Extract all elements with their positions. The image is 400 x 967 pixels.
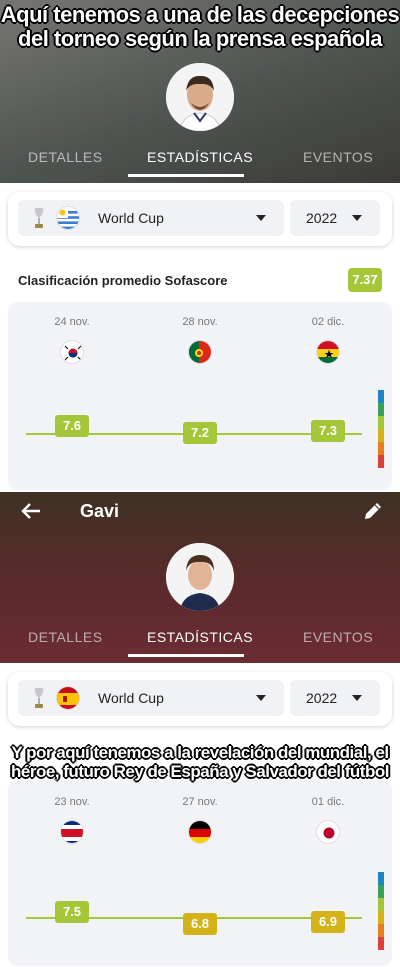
- match-rating-point[interactable]: 7.6: [55, 414, 89, 437]
- scale-segment: [378, 872, 384, 885]
- scale-segment: [378, 885, 384, 898]
- meme-caption-top: Aquí tenemos a una de las decepciones de…: [0, 4, 400, 50]
- meme-caption-top-line1: Aquí tenemos a una de las decepciones: [0, 2, 400, 27]
- germany-flag-icon[interactable]: [188, 820, 212, 844]
- match-date: 27 nov.: [182, 796, 218, 808]
- meme-caption-middle-line1: Y por aquí tenemos a la revelación del m…: [11, 743, 389, 762]
- japan-flag-icon[interactable]: [316, 820, 340, 844]
- match-date: 28 nov.: [182, 316, 218, 328]
- match-date: 01 dic.: [311, 796, 345, 808]
- scale-segment: [378, 403, 384, 416]
- world-cup-trophy-icon: [32, 686, 46, 715]
- match-rating-point[interactable]: 6.8: [183, 913, 217, 936]
- average-rating-badge: 7.37: [348, 268, 382, 292]
- scale-segment: [378, 455, 384, 468]
- ghana-flag-icon[interactable]: [316, 340, 340, 364]
- scale-segment: [378, 390, 384, 403]
- match-ratings-card-1: 24 nov. 28 nov. 02 dic. 7.6 7.2 7.3: [8, 302, 392, 490]
- scale-segment: [378, 924, 384, 937]
- tab-bar-2: DETALLES ESTADÍSTICAS EVENTOS: [0, 617, 400, 657]
- competition-name: World Cup: [98, 690, 164, 706]
- competition-dropdown[interactable]: World Cup: [18, 680, 284, 716]
- season-selector-1: World Cup 2022: [8, 192, 392, 246]
- chevron-down-icon: [352, 215, 362, 221]
- player-avatar: [166, 543, 234, 611]
- player-avatar: [166, 63, 234, 131]
- match-rating-point[interactable]: 7.5: [55, 900, 89, 923]
- chevron-down-icon: [256, 215, 266, 221]
- match-date: 23 nov.: [54, 796, 90, 808]
- tab-detalles[interactable]: DETALLES: [28, 137, 103, 177]
- tab-bar-1: DETALLES ESTADÍSTICAS EVENTOS: [0, 137, 400, 177]
- competition-dropdown[interactable]: World Cup: [18, 200, 284, 236]
- meme-caption-top-line2: del torneo según la prensa española: [18, 26, 382, 51]
- tab-detalles[interactable]: DETALLES: [28, 617, 103, 657]
- match-date: 24 nov.: [54, 316, 90, 328]
- match-ratings-card-2: 23 nov. 27 nov. 01 dic. 7.5 6.8 6.9: [8, 780, 392, 966]
- player-name: Gavi: [80, 501, 120, 521]
- competition-name: World Cup: [98, 210, 164, 226]
- chevron-down-icon: [256, 695, 266, 701]
- costa-rica-flag-icon[interactable]: [60, 820, 84, 844]
- match-rating-point[interactable]: 6.9: [311, 911, 345, 934]
- south-korea-flag-icon[interactable]: [60, 340, 84, 364]
- rating-title: Clasificación promedio Sofascore: [18, 273, 228, 288]
- meme-caption-middle: Y por aquí tenemos a la revelación del m…: [0, 744, 400, 780]
- meme-caption-middle-line2: héroe, futuro Rey de España y Salvador d…: [11, 762, 389, 781]
- scale-segment: [378, 911, 384, 924]
- scale-segment: [378, 937, 384, 950]
- scale-segment: [378, 442, 384, 455]
- match-rating-point[interactable]: 7.3: [311, 420, 345, 443]
- chevron-down-icon: [352, 695, 362, 701]
- year-value: 2022: [306, 210, 338, 226]
- active-tab-indicator: [128, 654, 244, 657]
- match-date: 02 dic.: [311, 316, 345, 328]
- tab-estadisticas[interactable]: ESTADÍSTICAS: [147, 617, 253, 657]
- spain-flag-icon: [56, 686, 80, 710]
- edit-pencil-icon[interactable]: [362, 500, 384, 527]
- tab-eventos[interactable]: EVENTOS: [303, 617, 373, 657]
- year-dropdown[interactable]: 2022: [290, 680, 380, 716]
- portugal-flag-icon[interactable]: [188, 340, 212, 364]
- rating-color-scale: [378, 872, 384, 950]
- tab-estadisticas[interactable]: ESTADÍSTICAS: [147, 137, 253, 177]
- active-tab-indicator: [128, 174, 244, 177]
- scale-segment: [378, 416, 384, 429]
- season-selector-2: World Cup 2022: [8, 672, 392, 726]
- match-rating-point[interactable]: 7.2: [183, 422, 217, 444]
- year-value: 2022: [306, 690, 338, 706]
- world-cup-trophy-icon: [32, 206, 46, 235]
- back-arrow-icon[interactable]: [20, 500, 42, 527]
- scale-segment: [378, 429, 384, 442]
- scale-segment: [378, 898, 384, 911]
- rating-color-scale: [378, 390, 384, 468]
- tab-eventos[interactable]: EVENTOS: [303, 137, 373, 177]
- year-dropdown[interactable]: 2022: [290, 200, 380, 236]
- uruguay-flag-icon: [56, 206, 80, 230]
